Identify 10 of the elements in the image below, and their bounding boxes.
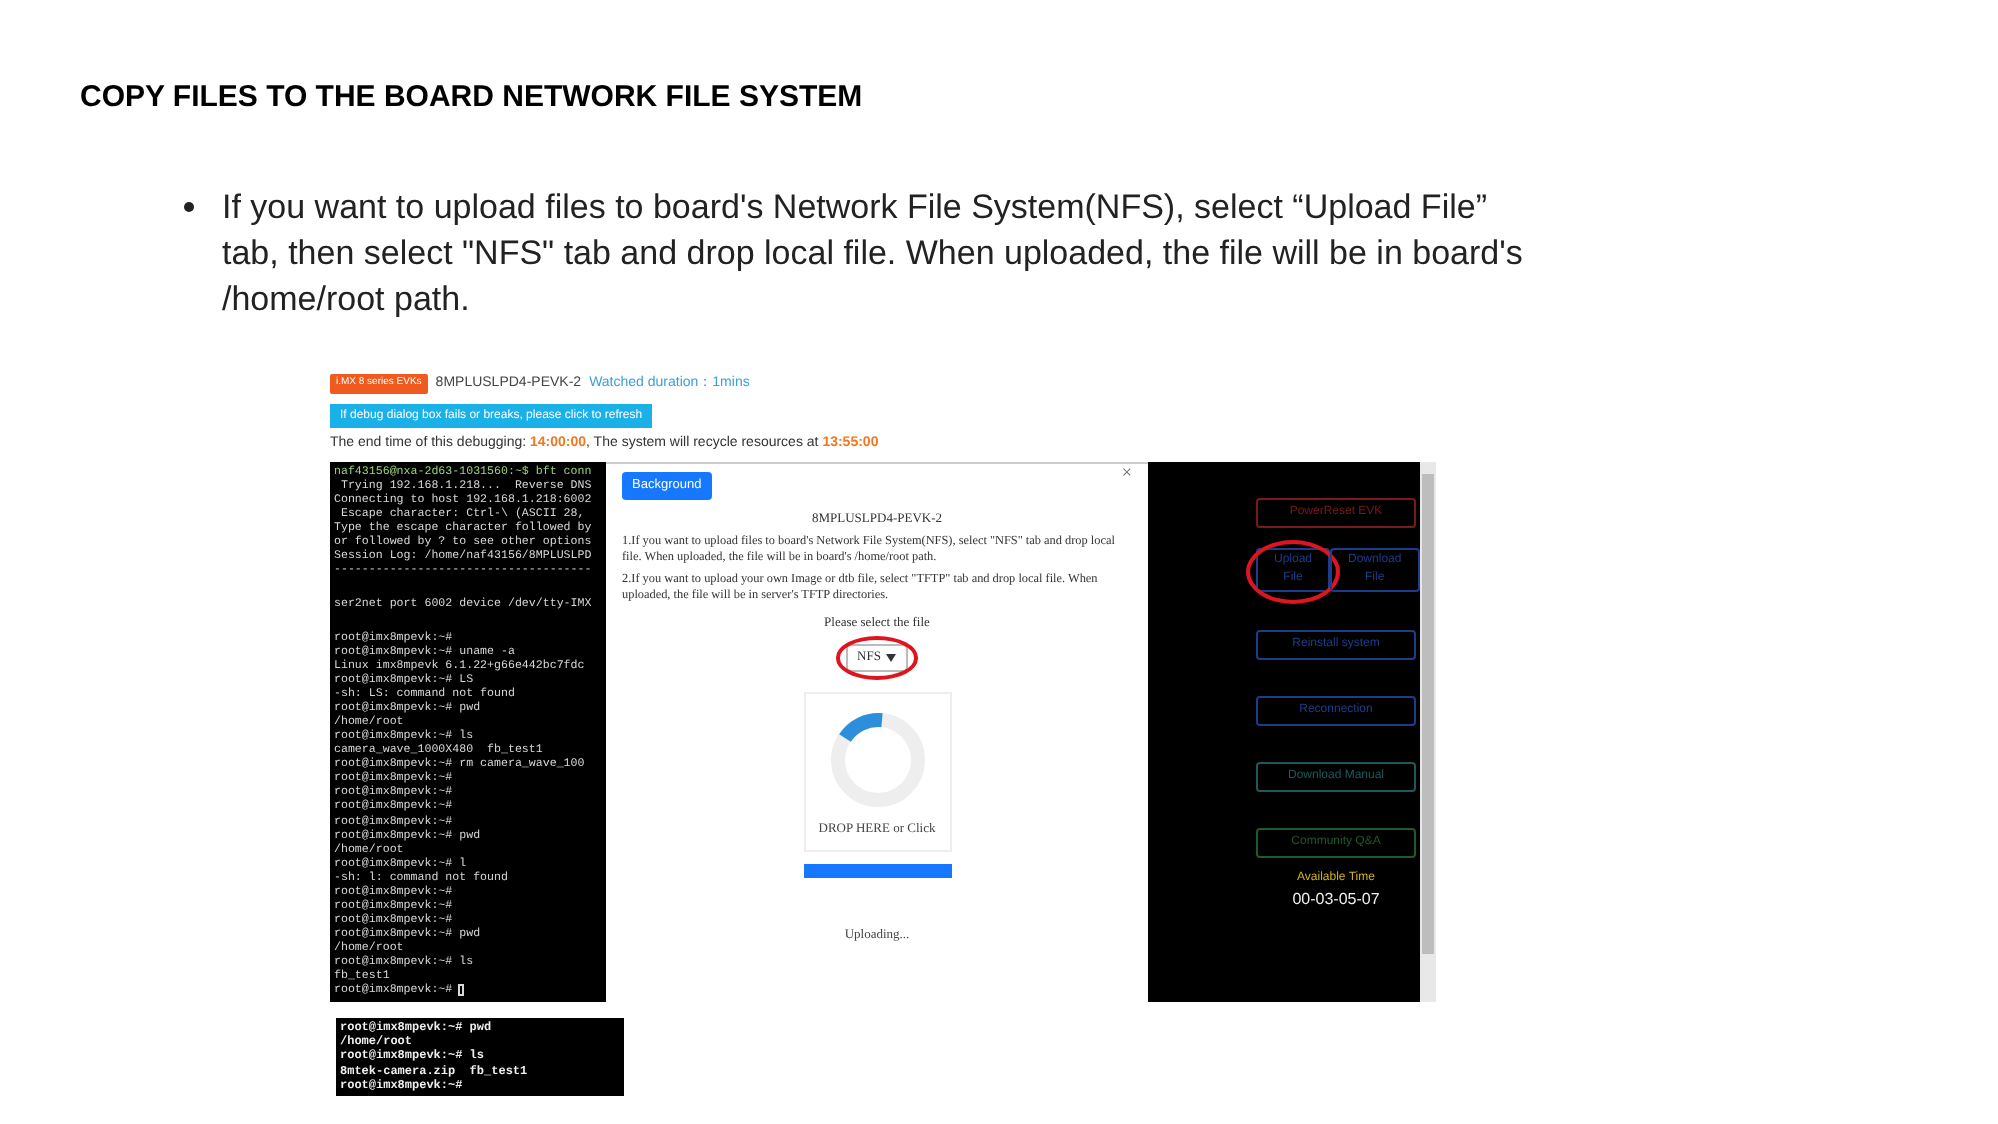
highlight-circle: [835, 636, 919, 680]
bullet-text: If you want to upload files to board's Network File System(NFS), select “Upload File” tab, then select "NFS" tab and drop local file. When uploaded, the file will be in board's /home/root path.: [222, 186, 1525, 322]
available-time: 00-03-05-07: [1292, 887, 1380, 911]
slide-title: COPY FILES TO THE BOARD NETWORK FILE SYSTEM: [80, 78, 863, 118]
bullet-icon: [184, 202, 194, 212]
highlight-circle: [1246, 539, 1341, 603]
close-button[interactable]: ×: [1121, 463, 1132, 481]
cursor-icon: [458, 983, 465, 996]
caret-icon: [886, 654, 897, 662]
spinner-icon: [827, 710, 927, 810]
